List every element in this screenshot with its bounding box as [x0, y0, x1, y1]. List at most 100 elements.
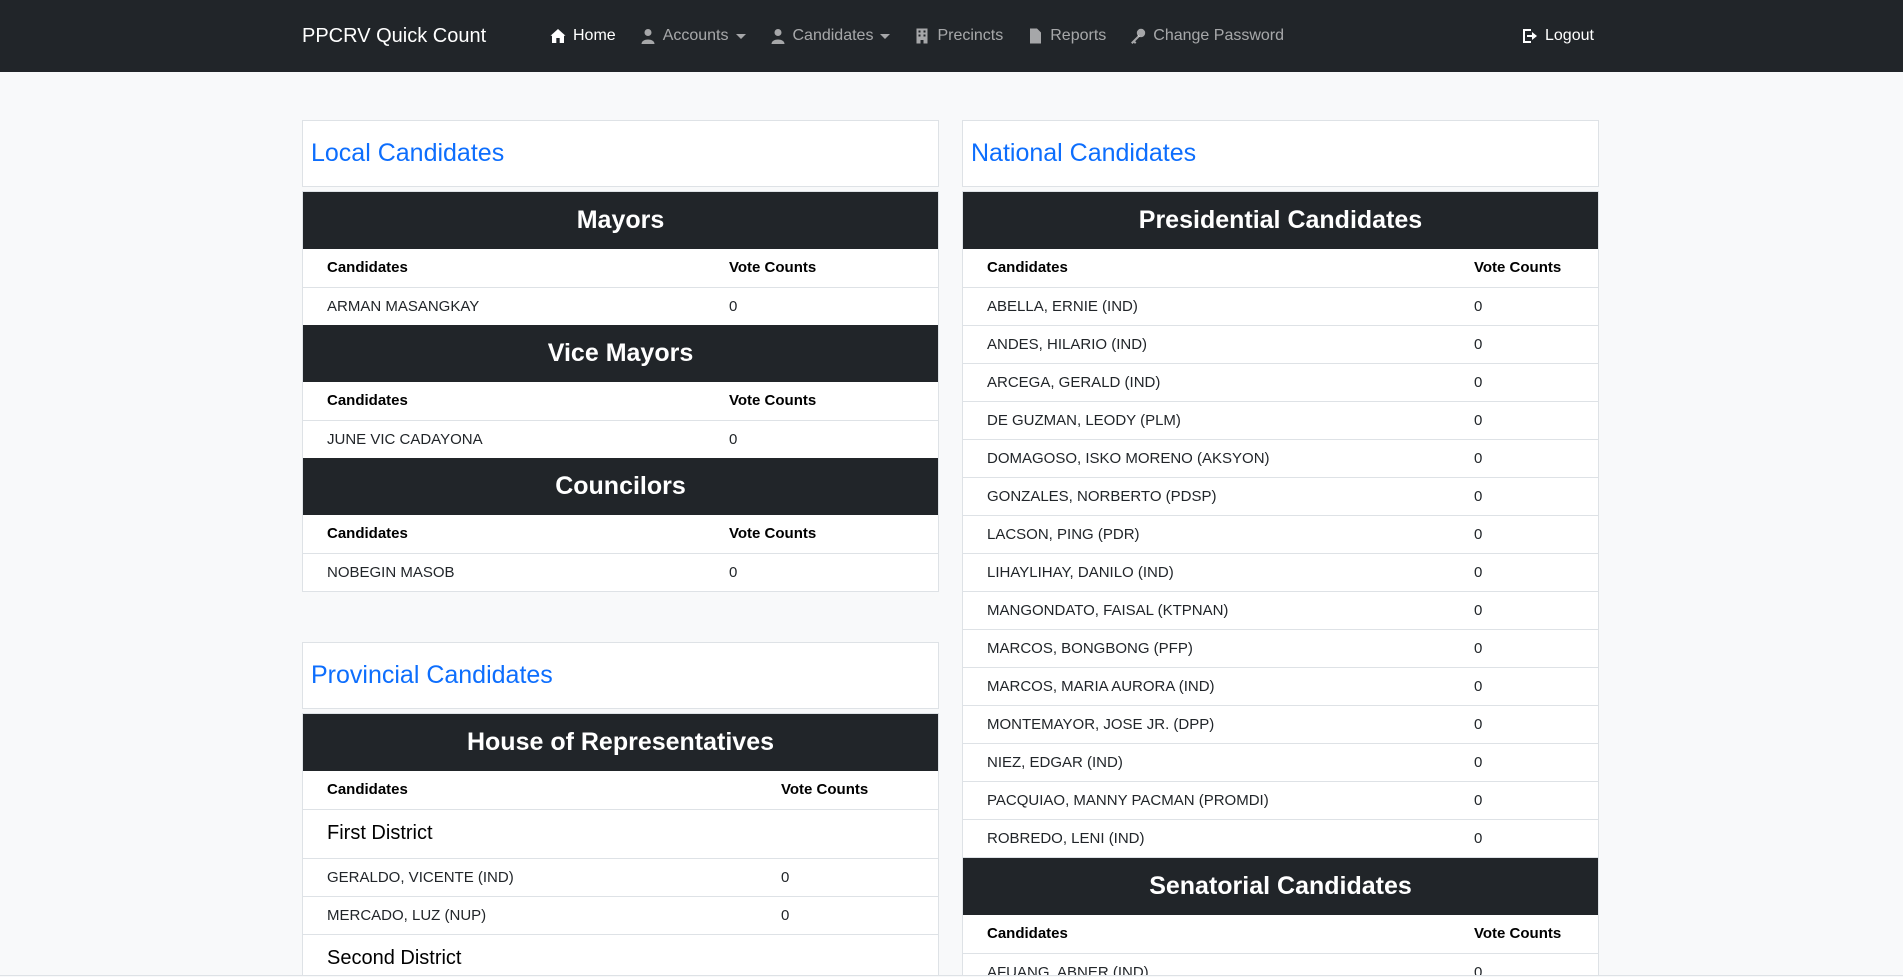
- candidate-name: MERCADO, LUZ (NUP): [303, 896, 757, 935]
- national-candidates-card: National Candidates: [962, 120, 1599, 187]
- mayors-title: Mayors: [303, 192, 938, 249]
- candidate-name: JUNE VIC CADAYONA: [327, 430, 483, 448]
- presidential-section: Presidential Candidates Candidates Vote …: [962, 191, 1599, 858]
- table-header-row: Candidates Vote Counts: [303, 382, 938, 421]
- chevron-down-icon: [880, 33, 891, 39]
- vote-count: 0: [1450, 515, 1598, 554]
- table-row: PACQUIAO, MANNY PACMAN (PROMDI) 0: [963, 781, 1598, 820]
- nav-reports[interactable]: Reports: [1027, 27, 1106, 45]
- vote-count: 0: [1450, 477, 1598, 516]
- nav-change-password[interactable]: Change Password: [1130, 27, 1284, 45]
- user-icon: [641, 29, 655, 44]
- nav-accounts-label: Accounts: [662, 27, 729, 44]
- nav-candidates-label: Candidates: [792, 27, 874, 44]
- nav-home[interactable]: Home: [550, 27, 616, 45]
- building-icon: [916, 28, 928, 44]
- table-header-row: Candidates Vote Counts: [303, 515, 938, 554]
- vice-mayors-title: Vice Mayors: [303, 325, 938, 382]
- local-candidates-title: Local Candidates: [311, 139, 505, 167]
- vote-count: 0: [1450, 363, 1598, 402]
- vote-count: 0: [1474, 963, 1483, 975]
- nav-change-password-label: Change Password: [1153, 27, 1285, 44]
- vote-count: 0: [1450, 705, 1598, 744]
- table-row: ROBREDO, LENI (IND) 0: [963, 819, 1598, 857]
- house-of-representatives-table: Candidates Vote Counts First District GE…: [303, 771, 938, 975]
- nav-precincts-label: Precincts: [937, 27, 1004, 44]
- vice-mayors-section: Vice Mayors Candidates Vote Counts JUNE …: [302, 325, 939, 459]
- candidates-header: Candidates: [303, 515, 705, 554]
- table-row: GONZALES, NORBERTO (PDSP) 0: [963, 477, 1598, 516]
- nav-menu: Home Accounts Candidates Precincts Repor…: [550, 0, 1308, 72]
- house-of-representatives-section: House of Representatives Candidates Vote…: [302, 713, 939, 975]
- senatorial-title: Senatorial Candidates: [963, 858, 1598, 915]
- table-row: AFUANG, ABNER (IND) 0: [963, 953, 1598, 975]
- vote-count: 0: [729, 563, 738, 581]
- table-row: MONTEMAYOR, JOSE JR. (DPP) 0: [963, 705, 1598, 744]
- candidate-name: ABELLA, ERNIE (IND): [963, 287, 1450, 326]
- vote-count: 0: [1450, 743, 1598, 782]
- table-row: DE GUZMAN, LEODY (PLM) 0: [963, 401, 1598, 440]
- candidates-header: Candidates: [963, 915, 1450, 954]
- nav-accounts-dropdown[interactable]: Accounts: [640, 27, 746, 45]
- table-row: NOBEGIN MASOB 0: [303, 553, 938, 591]
- vote-counts-header: Vote Counts: [705, 382, 938, 421]
- vote-count: 0: [1450, 401, 1598, 440]
- candidate-name: NOBEGIN MASOB: [327, 563, 455, 581]
- candidate-name: ARMAN MASANGKAY: [327, 297, 480, 315]
- candidate-name: LACSON, PING (PDR): [963, 515, 1450, 554]
- vote-counts-header: Vote Counts: [705, 515, 938, 554]
- senatorial-section: Senatorial Candidates Candidates Vote Co…: [962, 858, 1599, 975]
- vote-count: 0: [729, 430, 738, 448]
- councilors-title: Councilors: [303, 458, 938, 515]
- candidates-header: Candidates: [303, 771, 757, 810]
- nav-home-label: Home: [573, 27, 616, 44]
- nav-reports-label: Reports: [1050, 27, 1107, 44]
- brand-link[interactable]: PPCRV Quick Count: [302, 0, 486, 72]
- vote-count: 0: [1450, 629, 1598, 668]
- vote-count: 0: [757, 896, 938, 935]
- nav-candidates-dropdown[interactable]: Candidates: [770, 27, 891, 45]
- candidate-name: MARCOS, BONGBONG (PFP): [963, 629, 1450, 668]
- table-row: ARCEGA, GERALD (IND) 0: [963, 363, 1598, 402]
- vote-count: 0: [729, 297, 738, 315]
- table-header-row: Candidates Vote Counts: [963, 249, 1598, 288]
- candidate-name: AFUANG, ABNER (IND): [987, 963, 1149, 975]
- table-row: MERCADO, LUZ (NUP) 0: [303, 896, 938, 935]
- candidate-name: DOMAGOSO, ISKO MORENO (AKSYON): [963, 439, 1450, 478]
- district-name: First District: [303, 809, 938, 859]
- vote-count: 0: [757, 858, 938, 897]
- candidates-header: Candidates: [303, 382, 705, 421]
- vice-mayors-table: Candidates Vote Counts JUNE VIC CADAYONA…: [303, 382, 938, 458]
- vote-count: 0: [1450, 439, 1598, 478]
- candidate-name: MONTEMAYOR, JOSE JR. (DPP): [963, 705, 1450, 744]
- district-name: Second District: [327, 947, 462, 970]
- provincial-candidates-card: Provincial Candidates: [302, 642, 939, 709]
- table-row: NIEZ, EDGAR (IND) 0: [963, 743, 1598, 782]
- candidate-name: NIEZ, EDGAR (IND): [963, 743, 1450, 782]
- candidate-name: GERALDO, VICENTE (IND): [303, 858, 757, 897]
- table-row: MANGONDATO, FAISAL (KTPNAN) 0: [963, 591, 1598, 630]
- table-header-row: Candidates Vote Counts: [963, 915, 1598, 954]
- logout-label: Logout: [1545, 27, 1594, 44]
- table-row: MARCOS, MARIA AURORA (IND) 0: [963, 667, 1598, 706]
- vote-counts-header: Vote Counts: [1450, 249, 1598, 288]
- provincial-candidates-title: Provincial Candidates: [311, 661, 553, 689]
- home-icon: [550, 29, 566, 43]
- candidate-name: GONZALES, NORBERTO (PDSP): [963, 477, 1450, 516]
- logout-link[interactable]: Logout: [1522, 0, 1594, 72]
- nav-precincts[interactable]: Precincts: [914, 27, 1003, 45]
- table-row: ARMAN MASANGKAY 0: [303, 287, 938, 325]
- table-row: GERALDO, VICENTE (IND) 0: [303, 858, 938, 897]
- vote-counts-header: Vote Counts: [705, 249, 938, 288]
- district-row: Second District: [303, 934, 938, 975]
- candidate-name: ANDES, HILARIO (IND): [963, 325, 1450, 364]
- candidate-name: ARCEGA, GERALD (IND): [963, 363, 1450, 402]
- viewport-bottom-border: [0, 975, 1903, 976]
- candidate-name: MANGONDATO, FAISAL (KTPNAN): [963, 591, 1450, 630]
- table-row: LIHAYLIHAY, DANILO (IND) 0: [963, 553, 1598, 592]
- table-header-row: Candidates Vote Counts: [303, 771, 938, 810]
- presidential-table: Candidates Vote Counts ABELLA, ERNIE (IN…: [963, 249, 1598, 857]
- table-row: JUNE VIC CADAYONA 0: [303, 420, 938, 458]
- table-row: ABELLA, ERNIE (IND) 0: [963, 287, 1598, 326]
- table-header-row: Candidates Vote Counts: [303, 249, 938, 288]
